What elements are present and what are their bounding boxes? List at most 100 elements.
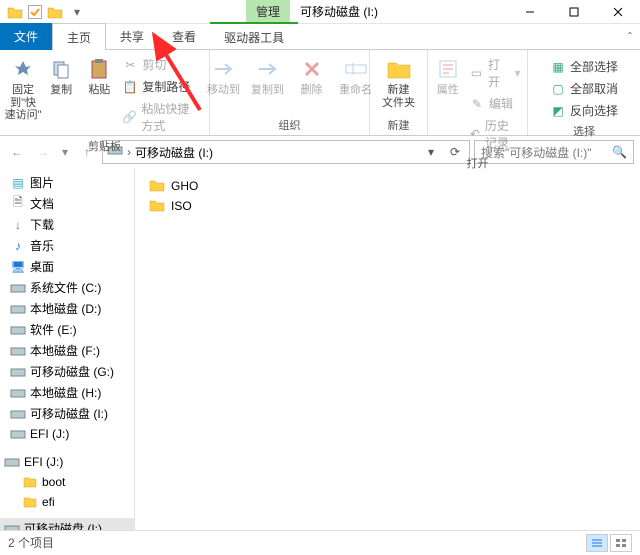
history-icon: ↶ [469, 126, 481, 142]
view-icons-button[interactable] [610, 534, 632, 552]
tree-item-drive-g[interactable]: 可移动磁盘 (G:) [0, 361, 134, 382]
copy-path-button[interactable]: 📋复制路径 [118, 76, 205, 97]
qat-dropdown-icon[interactable]: ▾ [68, 3, 86, 21]
list-item[interactable]: GHO [145, 176, 630, 196]
tree-header-drive-i[interactable]: 可移动磁盘 (I:) [0, 518, 134, 530]
properties-button[interactable]: 属性 [430, 52, 464, 97]
tree-item-drive-d[interactable]: 本地磁盘 (D:) [0, 298, 134, 319]
select-all-button[interactable]: ▦全部选择 [546, 56, 622, 77]
window-title: 可移动磁盘 (I:) [290, 0, 388, 24]
ribbon-collapse-icon[interactable]: ˆ [620, 30, 640, 44]
moveto-button[interactable]: 移动到 [202, 52, 246, 97]
tree-item-drive-e[interactable]: 软件 (E:) [0, 319, 134, 340]
tree-item-music[interactable]: ♪音乐 [0, 235, 134, 256]
open-icon: ▭ [469, 65, 484, 81]
selectinvert-icon: ◩ [550, 103, 566, 119]
drive-icon [10, 364, 26, 380]
minimize-button[interactable] [508, 0, 552, 24]
paste-icon [86, 56, 112, 82]
tree-item-drive-f[interactable]: 本地磁盘 (F:) [0, 340, 134, 361]
folder-icon [149, 178, 165, 194]
music-icon: ♪ [10, 238, 26, 254]
title-context-tab: 管理 [246, 0, 290, 24]
copy-icon [48, 56, 74, 82]
drive-icon [10, 301, 26, 317]
pin-icon [10, 56, 36, 82]
tree-item-drive-j[interactable]: EFI (J:) [0, 424, 134, 444]
folder-icon [22, 494, 38, 510]
select-none-button[interactable]: ▢全部取消 [546, 78, 622, 99]
selectnone-icon: ▢ [550, 81, 566, 97]
tree-item-drive-i[interactable]: 可移动磁盘 (I:) [0, 403, 134, 424]
pictures-icon: ▤ [10, 175, 26, 191]
drive-icon [10, 322, 26, 338]
drive-icon [4, 454, 20, 470]
search-icon: 🔍 [612, 145, 627, 159]
group-label-new: 新建 [374, 115, 423, 135]
drive-icon [10, 385, 26, 401]
copyto-button[interactable]: 复制到 [246, 52, 290, 97]
status-count: 2 个项目 [8, 534, 54, 551]
drive-icon [10, 280, 26, 296]
tree-item-desktop[interactable]: 🖥桌面 [0, 256, 134, 277]
tab-share[interactable]: 共享 [106, 23, 158, 50]
open-button[interactable]: ▭打开▾ [465, 54, 525, 92]
delete-button[interactable]: 删除 [290, 52, 334, 97]
maximize-button[interactable] [552, 0, 596, 24]
copypath-icon: 📋 [122, 79, 138, 95]
delete-icon [299, 56, 325, 82]
folder-icon [22, 474, 38, 490]
history-button[interactable]: ↶历史记录 [465, 115, 525, 153]
file-name: ISO [171, 199, 192, 213]
cut-icon: ✂ [122, 57, 138, 73]
qat-check-icon[interactable] [28, 5, 42, 19]
group-label-select: 选择 [532, 121, 636, 141]
drive-icon [10, 343, 26, 359]
copyto-icon [255, 56, 281, 82]
view-details-button[interactable] [586, 534, 608, 552]
list-item[interactable]: ISO [145, 196, 630, 216]
new-folder-button[interactable]: 新建 文件夹 [377, 52, 421, 109]
paste-button[interactable]: 粘贴 [80, 52, 118, 97]
tab-home[interactable]: 主页 [52, 23, 106, 52]
select-invert-button[interactable]: ◩反向选择 [546, 100, 622, 121]
drive-icon [10, 406, 26, 422]
edit-button[interactable]: ✎编辑 [465, 93, 525, 114]
tree-item-drive-c[interactable]: 系统文件 (C:) [0, 277, 134, 298]
rename-icon [343, 56, 369, 82]
docs-icon: 🗎 [10, 196, 26, 212]
tree-item-efi[interactable]: efi [0, 492, 134, 512]
folder-icon [6, 3, 24, 21]
folder-icon [149, 198, 165, 214]
tab-view[interactable]: 查看 [158, 23, 210, 50]
qat-folder-icon[interactable] [46, 3, 64, 21]
tree-header-efi-j[interactable]: EFI (J:) [0, 452, 134, 472]
nav-forward-button[interactable]: → [32, 141, 54, 163]
nav-tree[interactable]: ▤图片 🗎文档 ↓下载 ♪音乐 🖥桌面 系统文件 (C:) 本地磁盘 (D:) … [0, 168, 135, 530]
group-label-organize: 组织 [214, 115, 365, 135]
group-label-open: 打开 [432, 153, 523, 173]
tree-item-pictures[interactable]: ▤图片 [0, 172, 134, 193]
tree-item-downloads[interactable]: ↓下载 [0, 214, 134, 235]
desktop-icon: 🖥 [10, 259, 26, 275]
tree-item-drive-h[interactable]: 本地磁盘 (H:) [0, 382, 134, 403]
tree-item-docs[interactable]: 🗎文档 [0, 193, 134, 214]
newfolder-icon [386, 56, 412, 82]
properties-icon [435, 56, 461, 82]
tab-drive-tools[interactable]: 驱动器工具 [210, 22, 298, 51]
copy-button[interactable]: 复制 [42, 52, 80, 97]
edit-icon: ✎ [469, 96, 485, 112]
drive-icon [4, 521, 20, 531]
paste-shortcut-button[interactable]: 🔗粘贴快捷方式 [118, 98, 205, 136]
selectall-icon: ▦ [550, 59, 566, 75]
drive-icon [10, 426, 26, 442]
tree-item-boot[interactable]: boot [0, 472, 134, 492]
pasteshortcut-icon: 🔗 [122, 109, 137, 125]
rename-button[interactable]: 重命名 [334, 52, 378, 97]
file-name: GHO [171, 179, 198, 193]
tab-file[interactable]: 文件 [0, 23, 52, 50]
file-list[interactable]: GHO ISO [135, 168, 640, 530]
cut-button[interactable]: ✂剪切 [118, 54, 205, 75]
close-button[interactable] [596, 0, 640, 24]
pin-quickaccess-button[interactable]: 固定到"快 速访问" [4, 52, 42, 122]
